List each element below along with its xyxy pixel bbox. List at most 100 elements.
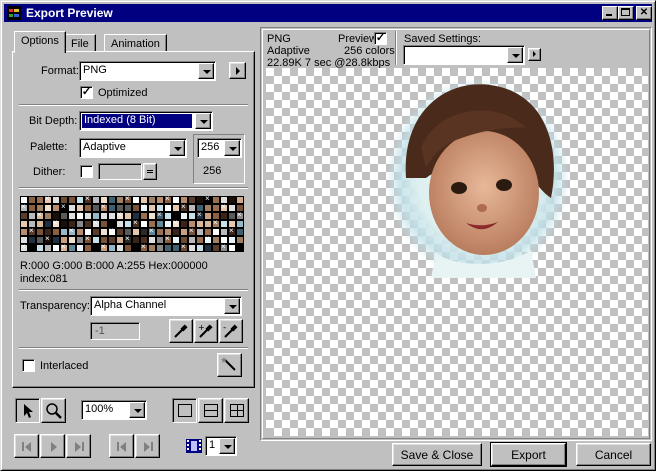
palette-swatch[interactable] [84,212,92,220]
optimized-checkbox[interactable]: ✓ [80,86,93,99]
palette-swatch[interactable] [164,204,172,212]
palette-swatch[interactable] [60,242,68,252]
palette-swatch[interactable] [172,218,180,228]
palette-swatch[interactable] [100,212,108,220]
palette-swatch[interactable] [228,236,236,244]
palette-swatch[interactable] [68,204,76,212]
palette-swatch[interactable] [228,226,236,236]
palette-swatch[interactable] [108,226,116,236]
export-wizard-button[interactable] [217,353,242,377]
palette-swatch[interactable] [132,236,140,244]
palette-swatch[interactable] [60,228,68,236]
palette-swatch[interactable] [172,196,180,204]
palette-swatch[interactable] [124,234,132,244]
palette-swatch[interactable] [124,194,132,204]
palette-swatch[interactable] [116,244,124,252]
palette-swatch[interactable] [84,204,92,212]
palette-swatch[interactable] [84,234,92,244]
palette-swatch[interactable] [140,212,148,220]
palette-swatch[interactable] [164,212,172,220]
palette-swatch[interactable] [92,196,100,204]
palette-swatch[interactable] [156,244,164,252]
palette-swatch[interactable] [92,218,100,228]
palette-swatch[interactable] [148,212,156,220]
palette-swatch[interactable] [20,228,28,236]
palette-swatch[interactable] [108,204,116,212]
palette-swatch[interactable] [52,218,60,228]
palette-swatch[interactable] [212,204,220,212]
palette-swatch[interactable] [204,212,212,220]
palette-swatch[interactable] [204,220,212,228]
palette-swatch[interactable] [148,226,156,236]
zoom-select[interactable]: 100% [81,400,147,420]
preview-checkbox[interactable]: ✓ [374,32,387,45]
single-view-button[interactable] [172,398,197,423]
palette-swatch[interactable] [236,196,244,204]
alpha-value-field[interactable]: -1 [90,322,140,340]
frame-select[interactable]: 1 [205,436,237,456]
remove-transparency-eyedropper-button[interactable]: - [219,319,243,343]
palette-swatch[interactable] [76,210,84,220]
palette-swatch[interactable] [180,202,188,212]
save-close-button[interactable]: Save & Close [392,443,482,466]
transparency-select[interactable]: Alpha Channel [90,296,242,316]
palette-swatch[interactable] [52,236,60,244]
palette-swatch[interactable] [36,244,44,252]
palette-swatch[interactable] [140,202,148,212]
palette-swatch[interactable] [76,220,84,228]
last-frame-button[interactable] [66,434,91,458]
palette-swatch[interactable] [164,194,172,204]
format-options-button[interactable] [229,62,246,79]
palette-swatch[interactable] [92,204,100,212]
palette-swatch[interactable] [76,196,84,204]
palette-swatch[interactable] [28,204,36,212]
palette-swatch[interactable] [60,220,68,228]
palette-swatch[interactable] [36,220,44,228]
palette-swatch[interactable] [100,220,108,228]
palette-swatch[interactable] [212,228,220,236]
palette-swatch[interactable] [36,236,44,244]
palette-swatch[interactable] [220,202,228,212]
palette-swatch[interactable] [164,234,172,244]
palette-swatch[interactable] [156,196,164,204]
palette-swatch[interactable] [212,236,220,244]
palette-swatch[interactable] [148,236,156,244]
palette-swatch[interactable] [188,196,196,204]
palette-swatch[interactable] [132,196,140,204]
palette-swatch[interactable] [92,236,100,244]
palette-swatch[interactable] [148,204,156,212]
two-up-view-button[interactable] [198,398,223,423]
palette-swatch[interactable] [60,212,68,220]
palette-swatch[interactable] [204,244,212,252]
palette-swatch[interactable] [180,212,188,220]
palette-swatch[interactable] [188,236,196,244]
dither-slider-button[interactable] [143,163,157,180]
palette-swatch[interactable] [156,228,164,236]
colors-count-select[interactable]: 256 [197,138,242,158]
tab-animation[interactable]: Animation [104,34,167,52]
palette-swatch[interactable] [76,236,84,244]
palette-swatch[interactable] [180,228,188,236]
palette-swatch[interactable] [204,194,212,204]
palette-swatch[interactable] [220,220,228,228]
palette-swatch[interactable] [164,220,172,228]
palette-select[interactable]: Adaptive [79,138,187,158]
palette-swatch[interactable] [196,196,204,204]
palette-swatch[interactable] [92,228,100,236]
palette-swatch[interactable] [76,228,84,236]
palette-swatch[interactable] [100,228,108,236]
palette-swatch[interactable] [28,244,36,252]
bit-depth-select[interactable]: Indexed (8 Bit) [79,111,213,131]
palette-swatch[interactable] [132,244,140,252]
four-up-view-button[interactable] [224,398,249,423]
palette-swatch[interactable] [196,210,204,220]
palette-swatch[interactable] [76,244,84,252]
palette-swatch[interactable] [116,196,124,204]
palette-swatch[interactable] [140,220,148,228]
cancel-button[interactable]: Cancel [576,443,651,466]
palette-swatch[interactable] [212,218,220,228]
saved-settings-menu-button[interactable] [528,48,541,61]
palette-swatch[interactable] [116,220,124,228]
zoom-tool-button[interactable] [41,398,66,423]
export-button[interactable]: Export [490,442,567,467]
